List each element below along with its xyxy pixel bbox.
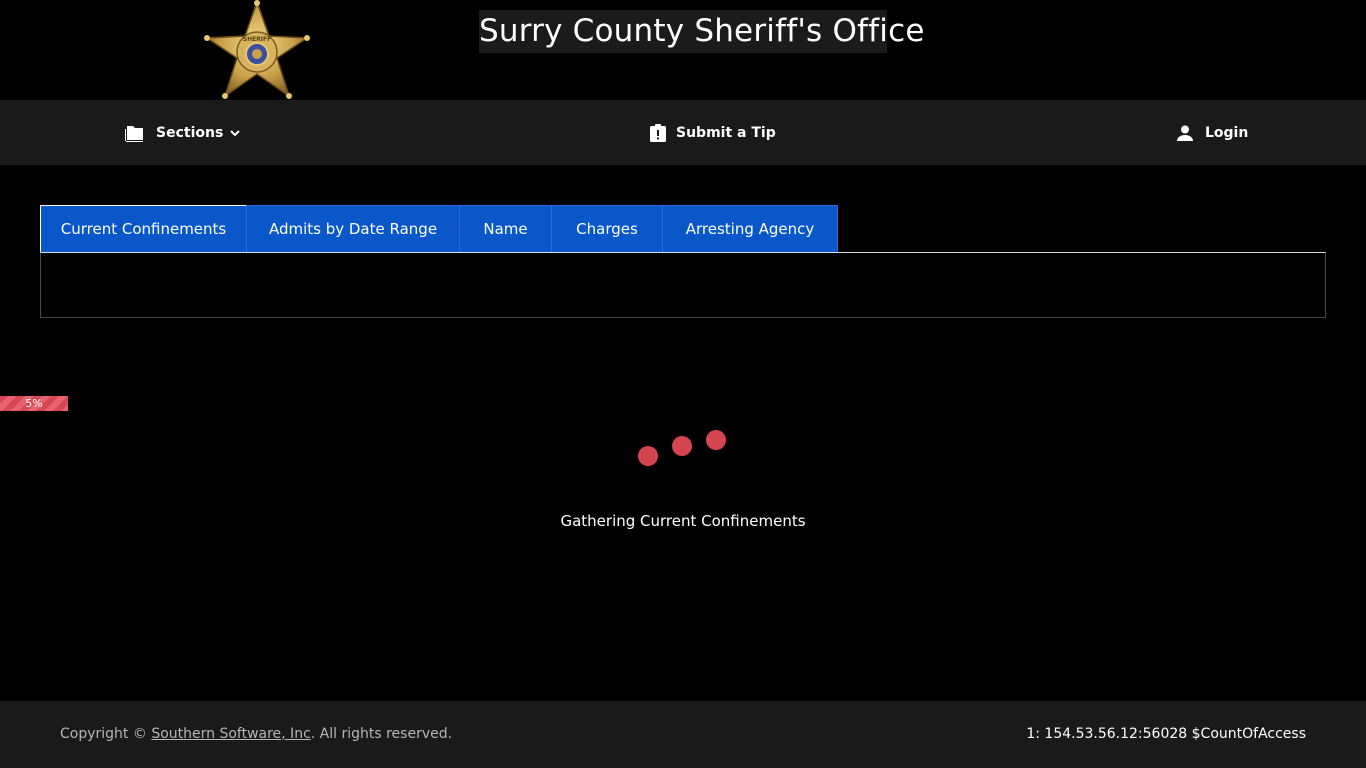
login-label: Login xyxy=(1205,124,1249,141)
copyright-suffix: . All rights reserved. xyxy=(310,726,453,742)
clipboard-alert-icon xyxy=(650,123,666,142)
login-link[interactable]: Login xyxy=(1177,100,1248,165)
main-nav: Sections Submit a Tip Login xyxy=(0,100,1366,165)
access-info: 1: 154.53.56.12:56028 $CountOfAccess xyxy=(1026,726,1306,742)
company-link[interactable]: Southern Software, Inc xyxy=(151,726,310,742)
loading-message: Gathering Current Confinements xyxy=(560,512,806,530)
loading-dot xyxy=(672,436,692,456)
search-tabs: Current Confinements Admits by Date Rang… xyxy=(40,205,838,253)
person-icon xyxy=(1177,125,1193,141)
tab-admits-by-date-range[interactable]: Admits by Date Range xyxy=(246,205,460,252)
copyright-text: Copyright © Southern Software, Inc. All … xyxy=(60,726,452,742)
submit-tip-link[interactable]: Submit a Tip xyxy=(650,100,776,165)
tab-content-panel xyxy=(40,252,1326,318)
loading-dot xyxy=(638,446,658,466)
loading-dot xyxy=(706,430,726,450)
chevron-down-icon xyxy=(230,129,241,136)
tab-arresting-agency[interactable]: Arresting Agency xyxy=(662,205,838,252)
tab-name[interactable]: Name xyxy=(459,205,552,252)
sheriff-badge-logo: SHERIFF xyxy=(204,0,310,99)
site-footer: Copyright © Southern Software, Inc. All … xyxy=(0,701,1366,768)
tab-current-confinements[interactable]: Current Confinements xyxy=(40,205,247,252)
submit-tip-label: Submit a Tip xyxy=(676,124,776,141)
page-title: Surry County Sheriff's Office xyxy=(479,10,924,53)
sections-label: Sections xyxy=(156,124,224,141)
site-header: SHERIFF Surry County Sheriff's Office xyxy=(0,0,1366,100)
tab-charges[interactable]: Charges xyxy=(551,205,663,252)
sections-menu-button[interactable]: Sections xyxy=(124,100,243,165)
folder-icon xyxy=(124,125,143,142)
copyright-prefix: Copyright © xyxy=(60,726,152,742)
loading-progress-bar: 5% xyxy=(0,396,68,411)
badge-text: SHERIFF xyxy=(243,36,272,43)
